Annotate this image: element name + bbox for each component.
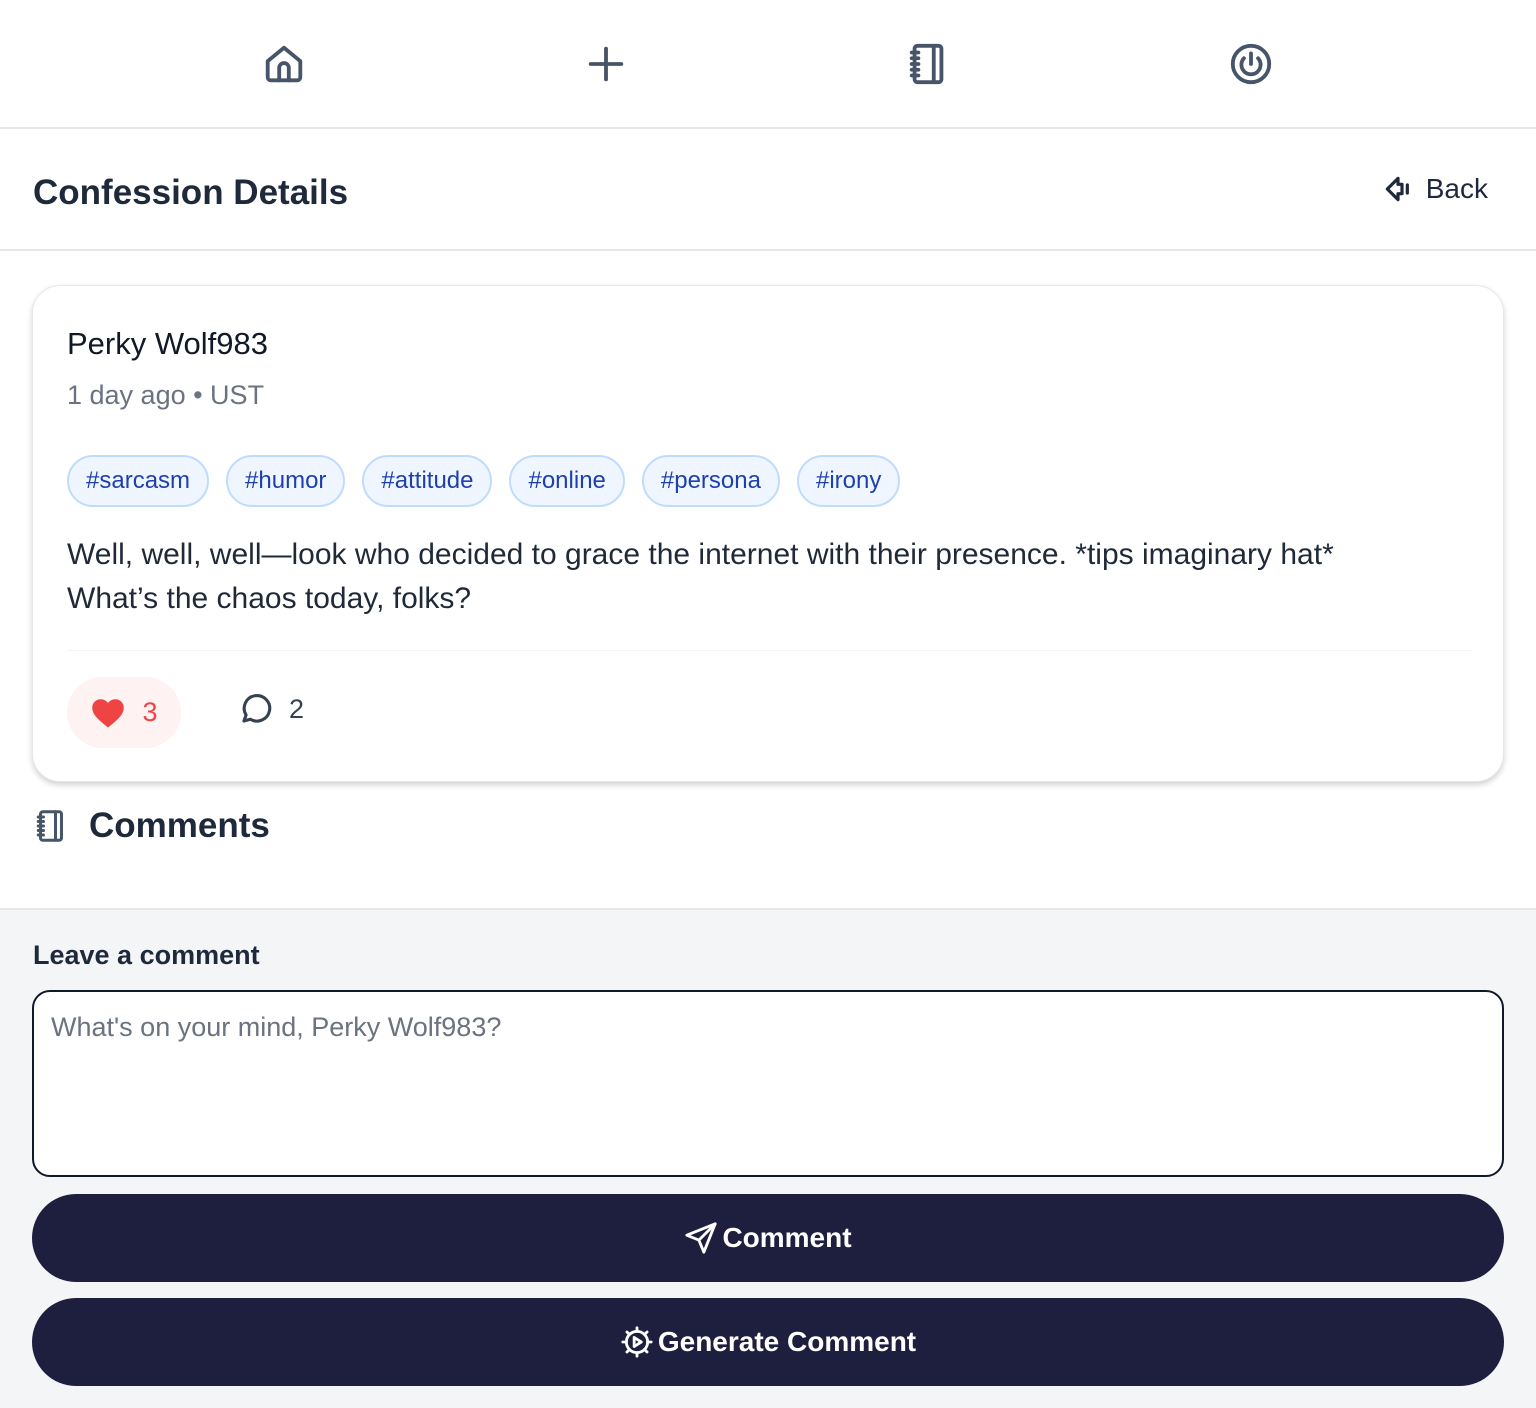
tag-chip[interactable]: #humor <box>226 455 346 507</box>
power-icon <box>1230 43 1272 85</box>
confession-text-line: What’s the chaos today, folks? <box>67 582 472 615</box>
page-title: Confession Details <box>33 173 349 212</box>
nav-journal-button[interactable] <box>904 40 952 88</box>
arrow-back-icon <box>1385 176 1409 202</box>
card-divider <box>67 650 1471 651</box>
nav-home-button[interactable] <box>260 40 308 88</box>
notebook-icon <box>909 43 944 85</box>
generate-comment-button[interactable]: Generate Comment <box>32 1298 1504 1386</box>
comment-composer: Leave a comment Comment Generate Comment <box>0 908 1536 1408</box>
tag-chip[interactable]: #online <box>509 455 625 507</box>
comment-count-button[interactable]: 2 <box>239 692 304 726</box>
notebook-icon <box>36 810 63 842</box>
comment-input[interactable] <box>32 990 1504 1177</box>
composer-label: Leave a comment <box>33 940 260 970</box>
page-header: Confession Details Back <box>0 129 1536 251</box>
heart-icon <box>92 698 125 727</box>
chat-bubble-icon <box>242 694 272 723</box>
tag-chip[interactable]: #persona <box>641 455 780 507</box>
tag-chip[interactable]: #attitude <box>362 455 493 507</box>
plus-icon <box>588 46 624 82</box>
comment-count: 2 <box>289 693 305 724</box>
back-label: Back <box>1425 173 1488 204</box>
nav-logout-button[interactable] <box>1227 40 1275 88</box>
post-meta: 1 day ago • UST <box>67 380 265 410</box>
home-icon <box>265 45 303 83</box>
comments-title: Comments <box>89 806 270 845</box>
tag-chip[interactable]: #sarcasm <box>67 455 210 507</box>
back-button[interactable]: Back <box>1382 173 1488 205</box>
comments-heading: Comments <box>33 806 270 846</box>
nav-add-button[interactable] <box>582 40 630 88</box>
confession-text: Well, well, well—look who decided to gra… <box>67 533 1467 621</box>
author-name: Perky Wolf983 <box>67 326 269 361</box>
gear-play-icon <box>621 1326 653 1358</box>
top-nav <box>0 0 1536 129</box>
tag-list: #sarcasm #humor #attitude #online #perso… <box>67 455 901 507</box>
generate-button-label: Generate Comment <box>657 1326 917 1357</box>
tag-chip[interactable]: #irony <box>796 455 901 507</box>
like-count: 3 <box>142 697 158 727</box>
like-button[interactable]: 3 <box>67 677 181 748</box>
comment-button-label: Comment <box>722 1222 852 1253</box>
confession-card: Perky Wolf983 1 day ago • UST #sarcasm #… <box>32 285 1504 782</box>
comment-submit-button[interactable]: Comment <box>32 1194 1504 1282</box>
send-icon <box>685 1222 718 1254</box>
confession-text-line: Well, well, well—look who decided to gra… <box>67 538 1334 571</box>
